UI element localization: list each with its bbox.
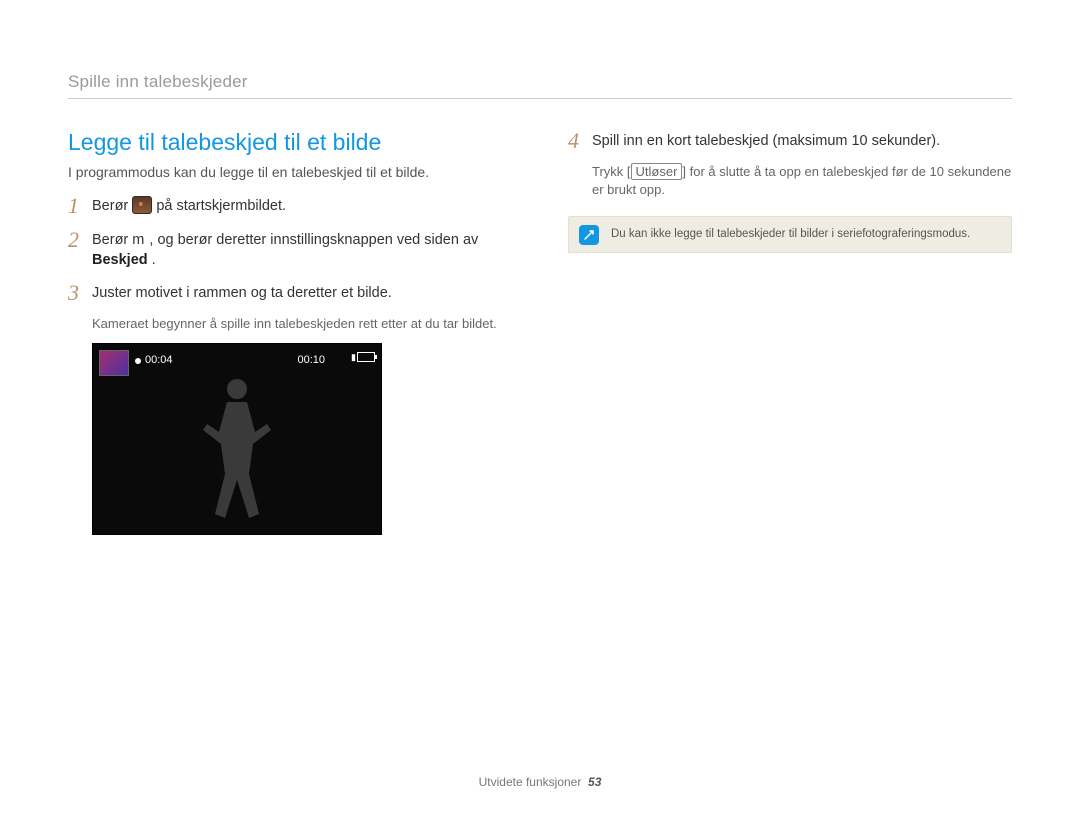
step-4: 4 Spill inn en kort talebeskjed (maksimu…	[568, 129, 1012, 153]
two-column-layout: Legge til talebeskjed til et bilde I pro…	[68, 129, 1012, 535]
step-3-sub: Kameraet begynner å spille inn talebeskj…	[68, 315, 512, 333]
breadcrumb: Spille inn talebeskjeder	[68, 72, 1012, 99]
battery-icon	[357, 352, 375, 362]
page-number: 53	[588, 775, 601, 789]
menu-icon-label: m	[132, 232, 145, 248]
footer-label: Utvidete funksjoner	[479, 775, 582, 789]
step-4-sub: Trykk [Utløser] for å slutte å ta opp en…	[568, 163, 1012, 198]
total-time: 00:10	[297, 354, 325, 366]
section-title: Legge til talebeskjed til et bilde	[68, 129, 512, 156]
recording-time: 00:04	[145, 354, 173, 366]
left-column: Legge til talebeskjed til et bilde I pro…	[68, 129, 512, 535]
step-4-sub-a: Trykk [	[592, 164, 631, 179]
person-silhouette-icon	[197, 374, 277, 529]
shutter-button-label: Utløser	[631, 163, 683, 180]
step-number: 1	[68, 194, 92, 218]
right-column: 4 Spill inn en kort talebeskjed (maksimu…	[568, 129, 1012, 535]
step-2-text-b: , og berør deretter innstillingsknappen …	[149, 232, 478, 248]
step-number: 4	[568, 129, 592, 153]
step-number: 2	[68, 228, 92, 252]
step-1: 1 Berør på startskjermbildet.	[68, 194, 512, 218]
step-number: 3	[68, 281, 92, 305]
camera-screenshot: 00:04 00:10 ▮	[92, 343, 382, 535]
step-2: 2 Berør m , og berør deretter innstillin…	[68, 228, 512, 271]
step-1-text-b: på startskjermbildet.	[156, 198, 286, 214]
step-2-text-c: .	[152, 252, 156, 268]
step-3: 3 Juster motivet i rammen og ta deretter…	[68, 281, 512, 305]
home-mode-icon	[132, 196, 152, 214]
step-4-text: Spill inn en kort talebeskjed (maksimum …	[592, 129, 1012, 151]
step-2-text-a: Berør	[92, 232, 132, 248]
record-dot-icon	[135, 358, 141, 364]
step-1-text-a: Berør	[92, 198, 132, 214]
storage-icon: ▮	[351, 352, 355, 363]
step-2-bold: Beskjed	[92, 252, 148, 268]
page-footer: Utvidete funksjoner 53	[0, 775, 1080, 789]
note-text: Du kan ikke legge til talebeskjeder til …	[611, 228, 970, 240]
info-icon	[579, 225, 599, 245]
intro-text: I programmodus kan du legge til en taleb…	[68, 164, 512, 180]
step-3-text: Juster motivet i rammen og ta deretter e…	[92, 281, 512, 303]
thumbnail-icon	[99, 350, 129, 376]
note-box: Du kan ikke legge til talebeskjeder til …	[568, 216, 1012, 253]
